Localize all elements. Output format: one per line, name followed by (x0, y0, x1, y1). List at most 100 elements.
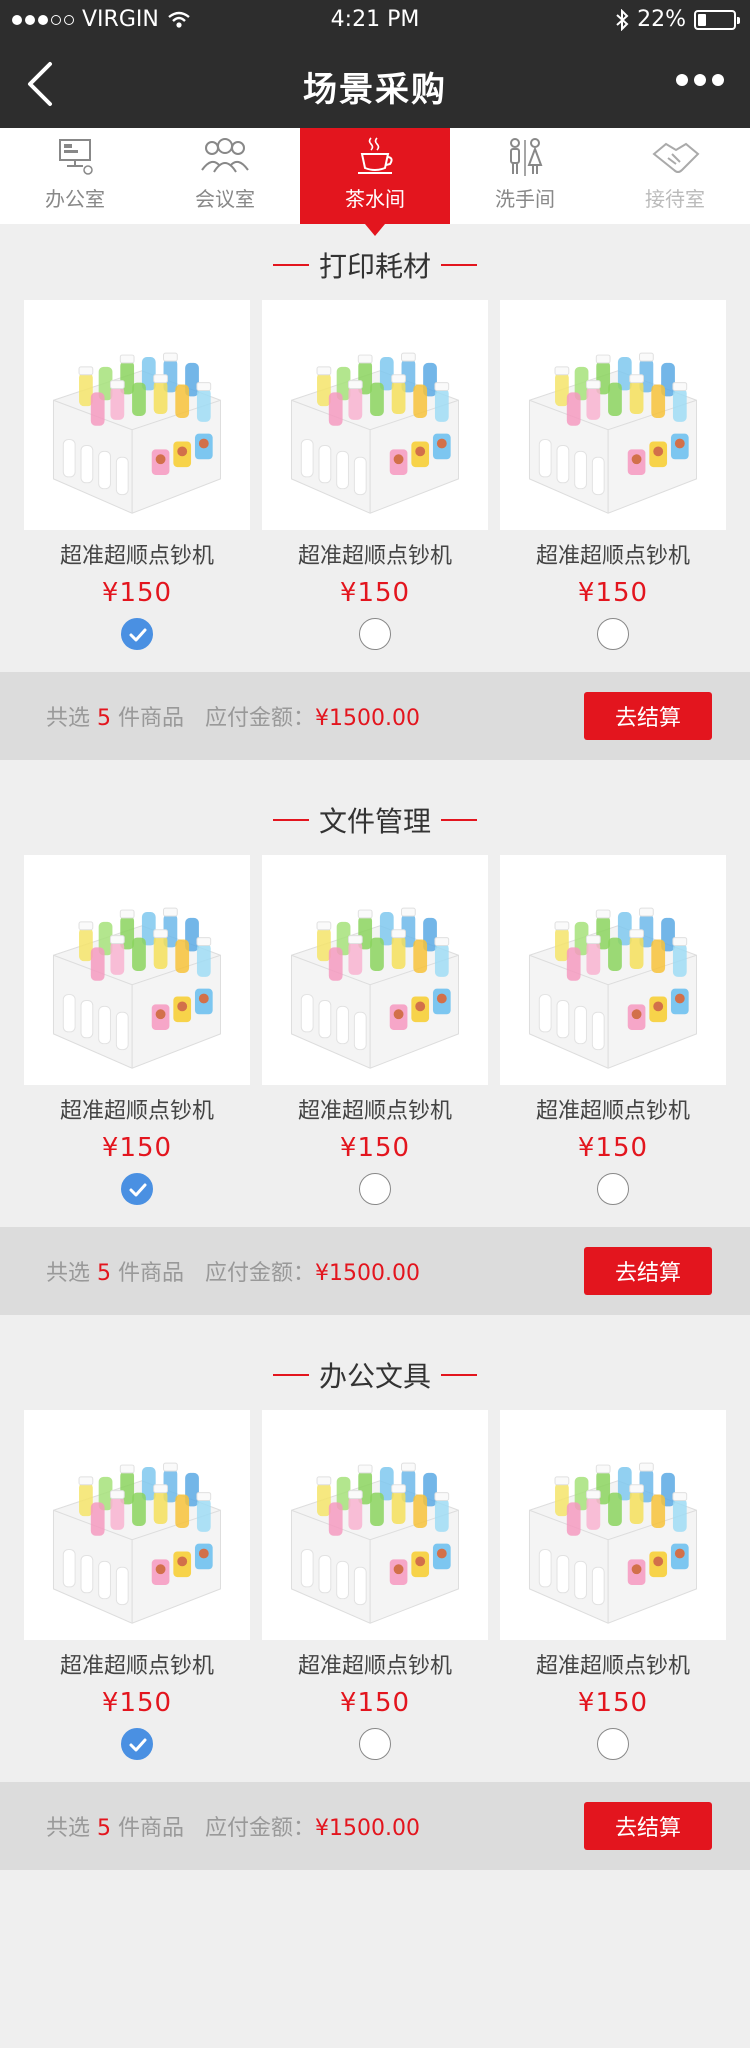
checkbox-checked[interactable] (121, 618, 153, 650)
product-image[interactable] (500, 300, 726, 530)
product-price: ¥150 (577, 578, 649, 608)
checkbox[interactable] (359, 618, 391, 650)
checkbox[interactable] (597, 618, 629, 650)
tab-label: 茶水间 (345, 187, 405, 211)
summary-suffix: 件商品 (118, 1261, 185, 1286)
product-name: 超准超顺点钞机 (535, 1654, 690, 1679)
amount-label: 应付金额： (205, 706, 316, 731)
amount-value: ¥1500.00 (315, 1816, 421, 1841)
product-list: 超准超顺点钞机 ¥150 超准超顺点钞机 ¥150 超准超顺点钞机 ¥150 (24, 855, 726, 1205)
checkbox[interactable] (359, 1173, 391, 1205)
scene-tabs: 办公室 会议室 茶水间 洗手间 接待室 (0, 128, 750, 224)
restroom-icon (510, 138, 543, 176)
section-title-text: 办公文具 (318, 1360, 431, 1393)
product-card[interactable]: 超准超顺点钞机 ¥150 (500, 1410, 726, 1760)
checkbox-checked[interactable] (121, 1173, 153, 1205)
tab-label: 接待室 (645, 187, 705, 211)
product-card[interactable]: 超准超顺点钞机 ¥150 (262, 1410, 488, 1760)
tab-office[interactable]: 办公室 (0, 128, 150, 224)
tab-meeting-room[interactable]: 会议室 (150, 128, 300, 224)
more-options-icon[interactable] (676, 74, 724, 86)
product-price: ¥150 (339, 1688, 411, 1718)
section-office-stationery: 办公文具 超准超顺点钞机 ¥150 超准超顺点钞机 ¥150 超准超顺点钞机 ¥… (0, 1350, 750, 1872)
selection-summary: 共选 5 件商品 应付金额：¥1500.00 (46, 1810, 420, 1842)
product-image[interactable] (262, 855, 488, 1085)
product-card[interactable]: 超准超顺点钞机 ¥150 (262, 855, 488, 1205)
tab-reception[interactable]: 接待室 (600, 128, 750, 224)
product-name: 超准超顺点钞机 (59, 1099, 214, 1124)
product-price: ¥150 (577, 1688, 649, 1718)
selected-count: 5 (97, 706, 112, 731)
monitor-icon (59, 139, 93, 175)
amount-label: 应付金额： (205, 1261, 316, 1286)
tab-label: 洗手间 (495, 187, 555, 211)
amount-value: ¥1500.00 (315, 1261, 421, 1286)
section-title-text: 打印耗材 (318, 250, 431, 283)
product-price: ¥150 (577, 1133, 649, 1163)
product-card[interactable]: 超准超顺点钞机 ¥150 (262, 300, 488, 650)
battery-icon (694, 9, 740, 30)
product-card[interactable]: 超准超顺点钞机 ¥150 (24, 300, 250, 650)
product-price: ¥150 (101, 1133, 173, 1163)
product-list: 超准超顺点钞机 ¥150 超准超顺点钞机 ¥150 超准超顺点钞机 ¥150 (24, 1410, 726, 1760)
product-name: 超准超顺点钞机 (535, 1099, 690, 1124)
product-card[interactable]: 超准超顺点钞机 ¥150 (500, 300, 726, 650)
selected-count: 5 (97, 1816, 112, 1841)
page-title: 场景采购 (303, 70, 447, 110)
summary-suffix: 件商品 (118, 1816, 185, 1841)
handshake-icon (652, 142, 700, 173)
section-title: 办公文具 (0, 1350, 750, 1400)
product-card[interactable]: 超准超顺点钞机 ¥150 (24, 855, 250, 1205)
checkbox[interactable] (597, 1173, 629, 1205)
checkbox-checked[interactable] (121, 1728, 153, 1760)
product-name: 超准超顺点钞机 (297, 1099, 452, 1124)
section-title: 文件管理 (0, 795, 750, 845)
nav-bar: 场景采购 (0, 40, 750, 128)
bluetooth-icon (616, 8, 629, 31)
product-price: ¥150 (339, 578, 411, 608)
product-image[interactable] (262, 1410, 488, 1640)
tab-tea-room[interactable]: 茶水间 (300, 128, 450, 224)
section-title-text: 文件管理 (318, 805, 431, 838)
product-image[interactable] (500, 1410, 726, 1640)
section-printing-supplies: 打印耗材 超准超顺点钞机 ¥150 超准超顺点钞机 ¥150 超准超顺点钞机 ¥… (0, 240, 750, 762)
product-price: ¥150 (339, 1133, 411, 1163)
battery-percent: 22% (637, 7, 686, 32)
product-list: 超准超顺点钞机 ¥150 超准超顺点钞机 ¥150 超准超顺点钞机 ¥150 (24, 300, 726, 650)
product-image[interactable] (262, 300, 488, 530)
selection-summary: 共选 5 件商品 应付金额：¥1500.00 (46, 700, 420, 732)
product-card[interactable]: 超准超顺点钞机 ¥150 (24, 1410, 250, 1760)
checkout-button[interactable]: 去结算 (584, 692, 712, 740)
checkout-bar: 共选 5 件商品 应付金额：¥1500.00 去结算 (0, 1227, 750, 1315)
tab-restroom[interactable]: 洗手间 (450, 128, 600, 224)
checkout-bar: 共选 5 件商品 应付金额：¥1500.00 去结算 (0, 1782, 750, 1870)
summary-suffix: 件商品 (118, 706, 185, 731)
coffee-cup-icon (358, 137, 393, 174)
product-name: 超准超顺点钞机 (535, 544, 690, 569)
summary-prefix: 共选 (46, 706, 91, 731)
product-name: 超准超顺点钞机 (297, 544, 452, 569)
summary-prefix: 共选 (46, 1261, 91, 1286)
product-name: 超准超顺点钞机 (59, 544, 214, 569)
amount-label: 应付金额： (205, 1816, 316, 1841)
selected-count: 5 (97, 1261, 112, 1286)
people-icon (201, 138, 249, 173)
product-image[interactable] (24, 1410, 250, 1640)
product-price: ¥150 (101, 578, 173, 608)
product-image[interactable] (24, 855, 250, 1085)
checkout-button[interactable]: 去结算 (584, 1802, 712, 1850)
checkout-button[interactable]: 去结算 (584, 1247, 712, 1295)
tab-label: 会议室 (195, 187, 255, 211)
product-image[interactable] (500, 855, 726, 1085)
product-card[interactable]: 超准超顺点钞机 ¥150 (500, 855, 726, 1205)
section-title: 打印耗材 (0, 240, 750, 290)
product-image[interactable] (24, 300, 250, 530)
tab-label: 办公室 (45, 187, 105, 211)
summary-prefix: 共选 (46, 1816, 91, 1841)
product-price: ¥150 (101, 1688, 173, 1718)
checkbox[interactable] (597, 1728, 629, 1760)
checkbox[interactable] (359, 1728, 391, 1760)
checkout-bar: 共选 5 件商品 应付金额：¥1500.00 去结算 (0, 672, 750, 760)
section-file-management: 文件管理 超准超顺点钞机 ¥150 超准超顺点钞机 ¥150 超准超顺点钞机 ¥… (0, 795, 750, 1317)
selection-summary: 共选 5 件商品 应付金额：¥1500.00 (46, 1255, 420, 1287)
